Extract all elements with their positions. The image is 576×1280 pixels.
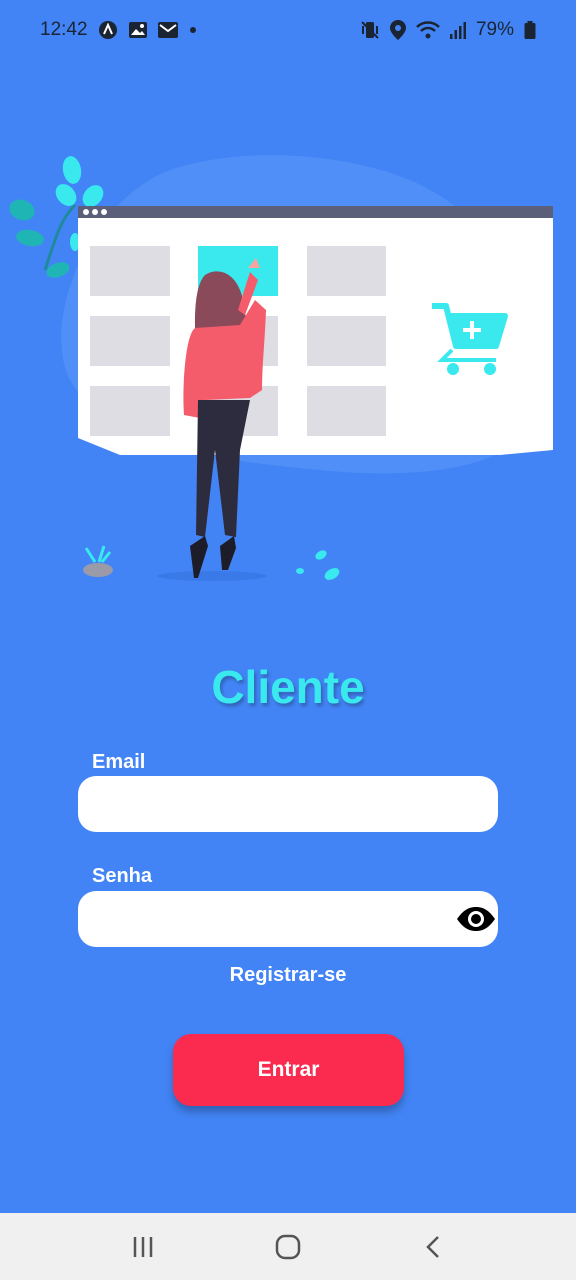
image-icon bbox=[128, 21, 148, 39]
leaves-icon bbox=[296, 550, 340, 580]
email-field[interactable] bbox=[78, 776, 498, 832]
page-title: Cliente bbox=[211, 661, 365, 713]
illustration-svg bbox=[9, 155, 553, 581]
login-button[interactable]: Entrar bbox=[173, 1034, 404, 1106]
status-right: 79% bbox=[360, 19, 536, 41]
rock-plant-icon bbox=[83, 545, 113, 577]
signal-icon bbox=[449, 21, 466, 39]
home-icon[interactable] bbox=[258, 1222, 318, 1272]
online-shopping-illustration bbox=[0, 150, 576, 590]
password-label: Senha bbox=[92, 865, 153, 887]
navigation-bar bbox=[0, 1213, 576, 1280]
app-notification-icon bbox=[98, 20, 118, 40]
status-bar: 12:42 79% bbox=[0, 0, 576, 60]
mute-vibrate-icon bbox=[360, 20, 380, 40]
email-label: Email bbox=[92, 751, 146, 773]
password-field[interactable] bbox=[78, 891, 498, 947]
location-icon bbox=[389, 20, 406, 40]
battery-percent: 79% bbox=[475, 19, 514, 40]
back-icon[interactable] bbox=[403, 1222, 463, 1272]
wifi-icon bbox=[416, 20, 440, 40]
battery-icon bbox=[524, 21, 536, 39]
status-left: 12:42 bbox=[40, 19, 198, 41]
register-link[interactable]: Registrar-se bbox=[0, 964, 576, 987]
mail-icon bbox=[157, 22, 178, 38]
eye-icon[interactable] bbox=[455, 903, 497, 935]
status-time: 12:42 bbox=[40, 19, 88, 40]
dot-icon bbox=[188, 25, 198, 35]
recent-apps-icon[interactable] bbox=[113, 1222, 173, 1272]
